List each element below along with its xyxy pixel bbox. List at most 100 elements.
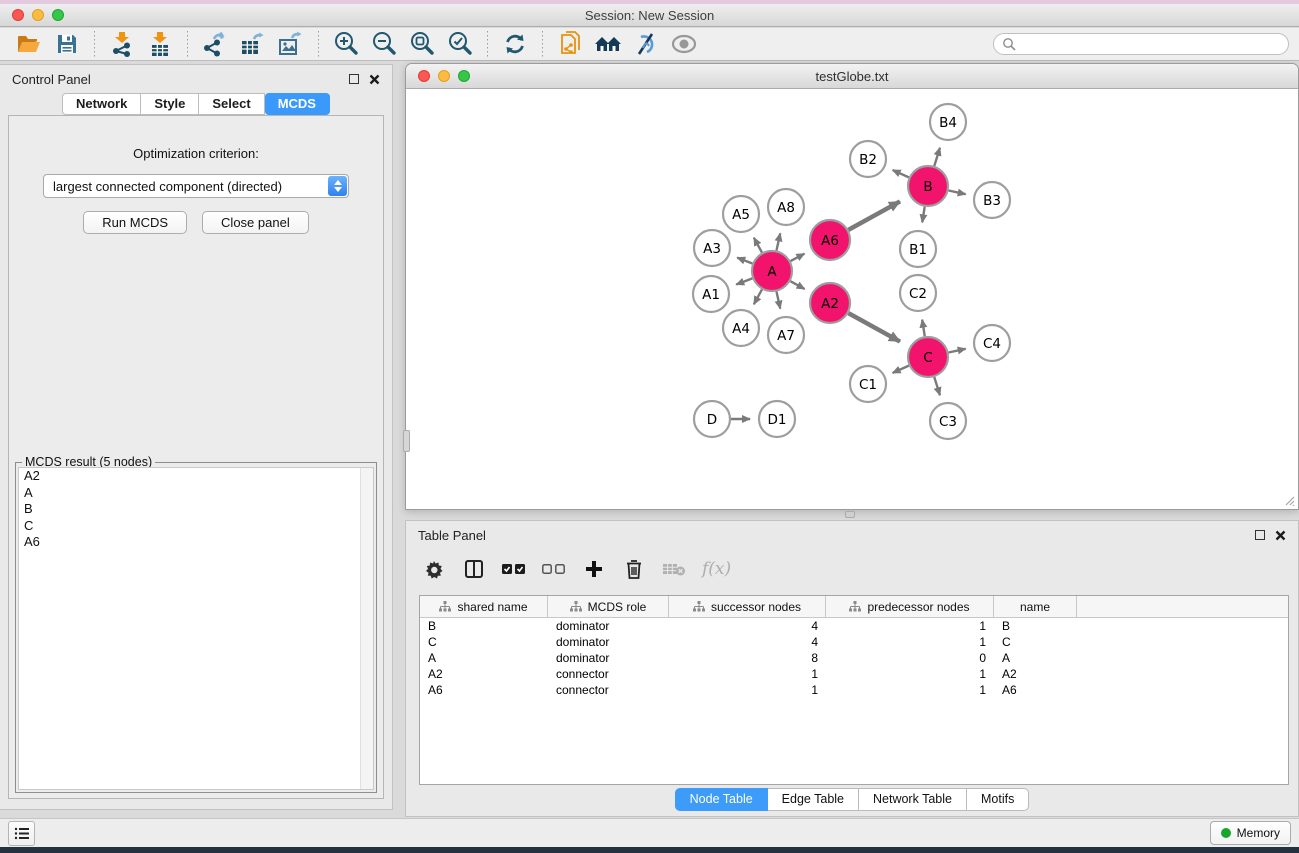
table-float-panel-icon[interactable] [1255, 530, 1265, 540]
memory-button[interactable]: Memory [1210, 821, 1291, 845]
hide-labels-icon[interactable] [631, 30, 661, 58]
edge-C-C2[interactable] [922, 320, 925, 337]
node-A7[interactable]: A7 [768, 317, 804, 353]
vertical-splitter-handle[interactable] [403, 430, 410, 452]
mcds-result-item[interactable]: A6 [19, 534, 373, 551]
add-column-icon[interactable] [582, 557, 606, 581]
table-row[interactable]: A2connector11A2 [420, 666, 1288, 682]
edge-B-B1[interactable] [922, 207, 924, 223]
run-mcds-button[interactable]: Run MCDS [83, 211, 187, 234]
node-B[interactable]: B [908, 166, 948, 206]
refresh-icon[interactable] [500, 30, 530, 58]
edge-A-A1[interactable] [736, 278, 752, 284]
show-graphics-details-icon[interactable] [669, 30, 699, 58]
node-B4[interactable]: B4 [930, 104, 966, 140]
edge-A-A3[interactable] [737, 258, 752, 264]
import-network-icon[interactable] [107, 30, 137, 58]
edge-B-B4[interactable] [934, 148, 940, 166]
column-header-successor-nodes[interactable]: successor nodes [669, 596, 826, 617]
tab-mcds[interactable]: MCDS [265, 93, 330, 115]
tab-network[interactable]: Network [62, 93, 141, 115]
save-session-icon[interactable] [52, 30, 82, 58]
edge-A6-B[interactable] [848, 201, 900, 229]
column-header-name[interactable]: name [994, 596, 1077, 617]
tab-select[interactable]: Select [199, 93, 264, 115]
node-A6[interactable]: A6 [810, 220, 850, 260]
edge-C-C4[interactable] [949, 349, 966, 353]
node-C[interactable]: C [908, 337, 948, 377]
mcds-result-list[interactable]: A2ABCA6 [18, 467, 374, 790]
export-network-icon[interactable] [200, 30, 230, 58]
node-C4[interactable]: C4 [974, 325, 1010, 361]
split-panel-icon[interactable] [462, 557, 486, 581]
edge-A-A5[interactable] [754, 238, 762, 253]
window-resize-grip[interactable] [1283, 494, 1295, 506]
node-A8[interactable]: A8 [768, 189, 804, 225]
deselect-all-columns-icon[interactable] [542, 557, 566, 581]
mcds-result-item[interactable]: A [19, 485, 373, 502]
network-graph[interactable]: AA1A2A3A4A5A6A7A8BB1B2B3B4CC1C2C3C4DD1 [407, 90, 1297, 508]
node-A[interactable]: A [752, 251, 792, 291]
close-panel-icon[interactable] [369, 74, 380, 85]
table-row[interactable]: Bdominator41B [420, 618, 1288, 634]
node-B2[interactable]: B2 [850, 141, 886, 177]
table-settings-gear-icon[interactable] [422, 557, 446, 581]
edge-A-A4[interactable] [754, 289, 762, 304]
column-header-shared-name[interactable]: shared name [420, 596, 548, 617]
node-B1[interactable]: B1 [900, 231, 936, 267]
mcds-result-item[interactable]: A2 [19, 468, 373, 485]
zoom-fit-icon[interactable] [407, 30, 437, 58]
node-C2[interactable]: C2 [900, 275, 936, 311]
edge-A-A7[interactable] [776, 292, 780, 309]
tab-node-table[interactable]: Node Table [675, 788, 768, 811]
zoom-in-icon[interactable] [331, 30, 361, 58]
table-row[interactable]: A6connector11A6 [420, 682, 1288, 698]
export-image-icon[interactable] [276, 30, 306, 58]
select-all-columns-icon[interactable] [502, 557, 526, 581]
table-close-panel-icon[interactable] [1275, 530, 1286, 541]
mcds-result-item[interactable]: C [19, 518, 373, 535]
optimization-criterion-select[interactable]: largest connected component (directed) [43, 174, 349, 198]
node-A5[interactable]: A5 [723, 196, 759, 232]
node-D1[interactable]: D1 [759, 401, 795, 437]
tab-edge-table[interactable]: Edge Table [768, 788, 859, 811]
open-file-icon[interactable] [14, 30, 44, 58]
edge-A2-C[interactable] [848, 313, 900, 341]
node-A4[interactable]: A4 [723, 310, 759, 346]
zoom-out-icon[interactable] [369, 30, 399, 58]
export-table-icon[interactable] [238, 30, 268, 58]
delete-column-icon[interactable] [622, 557, 646, 581]
mcds-result-item[interactable]: B [19, 501, 373, 518]
table-row[interactable]: Cdominator41C [420, 634, 1288, 650]
node-D[interactable]: D [694, 401, 730, 437]
edge-A-A2[interactable] [790, 281, 804, 289]
node-C1[interactable]: C1 [850, 366, 886, 402]
tab-network-table[interactable]: Network Table [859, 788, 967, 811]
open-session-from-file-icon[interactable] [555, 30, 585, 58]
delete-table-icon[interactable] [662, 557, 686, 581]
node-A2[interactable]: A2 [810, 283, 850, 323]
network-canvas[interactable]: AA1A2A3A4A5A6A7A8BB1B2B3B4CC1C2C3C4DD1 [407, 90, 1297, 508]
result-list-scrollbar[interactable] [360, 468, 373, 789]
node-A3[interactable]: A3 [694, 230, 730, 266]
edge-B-B2[interactable] [893, 170, 909, 177]
edge-A-A6[interactable] [791, 254, 805, 261]
search-input[interactable] [1016, 37, 1280, 51]
task-history-button[interactable] [8, 821, 35, 846]
tab-style[interactable]: Style [141, 93, 199, 115]
float-panel-icon[interactable] [349, 74, 359, 84]
edge-B-B3[interactable] [949, 190, 966, 194]
fx-label[interactable]: f(x) [702, 559, 731, 579]
node-B3[interactable]: B3 [974, 182, 1010, 218]
edge-A-A8[interactable] [776, 233, 780, 250]
table-row[interactable]: Adominator80A [420, 650, 1288, 666]
import-table-icon[interactable] [145, 30, 175, 58]
horizontal-splitter-handle[interactable] [845, 511, 855, 518]
edge-C-C1[interactable] [893, 366, 909, 373]
close-panel-button[interactable]: Close panel [202, 211, 309, 234]
zoom-selected-icon[interactable] [445, 30, 475, 58]
column-header-predecessor-nodes[interactable]: predecessor nodes [826, 596, 994, 617]
column-header-MCDS-role[interactable]: MCDS role [548, 596, 669, 617]
node-C3[interactable]: C3 [930, 403, 966, 439]
home-icon[interactable] [593, 30, 623, 58]
